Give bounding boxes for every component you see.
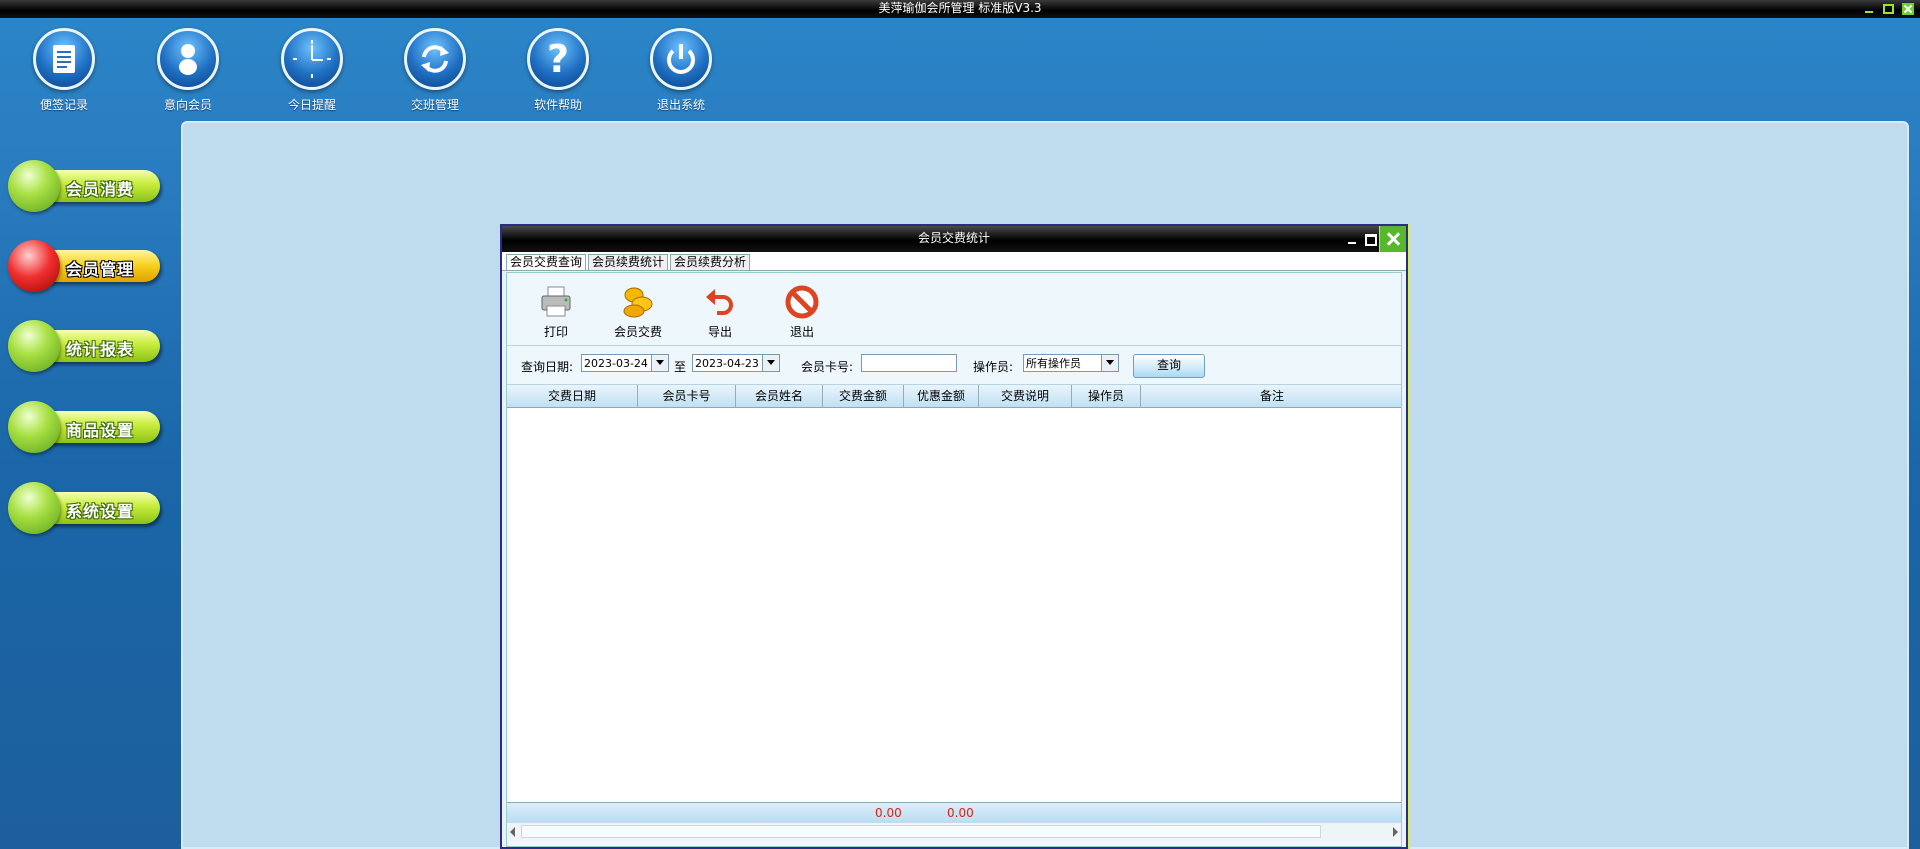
col-remarks[interactable]: 备注 <box>1141 385 1403 407</box>
nav-ball-icon <box>8 160 60 212</box>
grid-footer: 0.00 0.00 <box>507 802 1401 823</box>
dialog-maximize-icon[interactable] <box>1361 226 1379 252</box>
person-icon <box>157 28 219 90</box>
card-label: 会员卡号: <box>801 360 854 374</box>
toolbar-label: 退出系统 <box>656 98 705 112</box>
col-member-name[interactable]: 会员姓名 <box>736 385 823 407</box>
col-discount-amount[interactable]: 优惠金额 <box>904 385 979 407</box>
maximize-icon[interactable] <box>1883 4 1894 14</box>
scroll-left-icon[interactable] <box>510 827 515 837</box>
nav-label: 统计报表 <box>66 340 135 359</box>
app-titlebar: 美萍瑜伽会所管理 标准版V3.3 <box>0 0 1920 18</box>
nav-reports[interactable]: 统计报表 <box>8 320 160 372</box>
dialog-tabs: 会员交费查询 会员续费统计 会员续费分析 <box>502 252 1406 271</box>
nav-label: 会员消费 <box>66 180 135 199</box>
nav-ball-icon <box>8 401 60 453</box>
top-toolbar: 便签记录 意向会员 今日提醒 交班管理 ? 软件帮助 退出系统 <box>0 18 1920 118</box>
date-to-picker[interactable]: 2023-04-23 <box>692 354 780 372</box>
app-title: 美萍瑜伽会所管理 标准版V3.3 <box>878 1 1042 15</box>
filter-row: 查询日期: 2023-03-24 至 2023-04-23 会员卡号: 操作员:… <box>507 346 1401 385</box>
clock-icon <box>281 28 343 90</box>
nav-ball-icon <box>8 482 60 534</box>
toolbar-reminder-button[interactable]: 今日提醒 <box>267 28 357 113</box>
export-button[interactable]: 导出 <box>685 285 755 340</box>
date-to-value: 2023-04-23 <box>695 357 759 370</box>
printer-icon <box>539 285 573 319</box>
dialog-body: 打印 会员交费 导出 退出 查询日期: 2023-03-24 至 2023-04… <box>506 272 1402 847</box>
col-pay-note[interactable]: 交费说明 <box>979 385 1072 407</box>
date-from-picker[interactable]: 2023-03-24 <box>581 354 669 372</box>
nav-label: 商品设置 <box>66 421 135 440</box>
toolbar-label: 便签记录 <box>39 98 88 112</box>
notepad-icon <box>33 28 95 90</box>
card-number-input[interactable] <box>861 354 957 372</box>
tab-payment-query[interactable]: 会员交费查询 <box>506 254 587 270</box>
total-pay-amount: 0.00 <box>875 806 902 820</box>
print-label: 打印 <box>543 325 568 339</box>
dialog-toolbar: 打印 会员交费 导出 退出 <box>507 273 1401 346</box>
operator-select[interactable]: 所有操作员 <box>1023 354 1119 372</box>
toolbar-notes-button[interactable]: 便签记录 <box>19 28 109 113</box>
toolbar-label: 交班管理 <box>410 98 459 112</box>
print-button[interactable]: 打印 <box>521 285 591 340</box>
minimize-icon[interactable] <box>1863 3 1875 15</box>
tab-renewal-stats[interactable]: 会员续费统计 <box>588 254 669 270</box>
col-card-number[interactable]: 会员卡号 <box>638 385 736 407</box>
query-button[interactable]: 查询 <box>1133 354 1205 378</box>
dialog-titlebar: 会员交费统计 <box>502 226 1406 252</box>
to-label: 至 <box>674 360 687 374</box>
scrollbar-thumb[interactable] <box>521 825 1321 838</box>
total-discount-amount: 0.00 <box>947 806 974 820</box>
chevron-down-icon[interactable] <box>651 355 668 371</box>
grid-body[interactable] <box>507 408 1401 802</box>
toolbar-label: 软件帮助 <box>533 98 582 112</box>
nav-system-settings[interactable]: 系统设置 <box>8 482 160 534</box>
nav-product-settings[interactable]: 商品设置 <box>8 401 160 453</box>
toolbar-label: 今日提醒 <box>287 98 336 112</box>
window-controls <box>1863 0 1914 18</box>
toolbar-shift-button[interactable]: 交班管理 <box>390 28 480 113</box>
toolbar-label: 意向会员 <box>163 98 212 112</box>
export-label: 导出 <box>707 325 732 339</box>
chevron-down-icon[interactable] <box>762 355 779 371</box>
help-icon: ? <box>527 28 589 90</box>
coins-icon <box>621 285 655 319</box>
toolbar-help-button[interactable]: ? 软件帮助 <box>513 28 603 113</box>
chevron-down-icon[interactable] <box>1101 355 1118 371</box>
tab-renewal-analysis[interactable]: 会员续费分析 <box>670 254 751 270</box>
dialog-controls <box>1343 226 1406 252</box>
date-label: 查询日期: <box>521 360 574 374</box>
toolbar-exit-button[interactable]: 退出系统 <box>636 28 726 113</box>
horizontal-scrollbar[interactable] <box>507 822 1401 841</box>
member-pay-label: 会员交费 <box>613 325 662 339</box>
scroll-right-icon[interactable] <box>1393 827 1398 837</box>
dialog-title: 会员交费统计 <box>917 231 990 245</box>
dialog-minimize-icon[interactable] <box>1343 226 1361 252</box>
nav-ball-icon <box>8 320 60 372</box>
col-operator[interactable]: 操作员 <box>1072 385 1141 407</box>
toolbar-prospects-button[interactable]: 意向会员 <box>143 28 233 113</box>
grid-header: 交费日期 会员卡号 会员姓名 交费金额 优惠金额 交费说明 操作员 备注 <box>507 385 1401 408</box>
exit-label: 退出 <box>789 325 814 339</box>
col-pay-date[interactable]: 交费日期 <box>507 385 638 407</box>
undo-arrow-icon <box>703 285 737 319</box>
nav-member-consume[interactable]: 会员消费 <box>8 160 160 212</box>
operator-value: 所有操作员 <box>1026 357 1081 370</box>
no-entry-icon <box>785 285 819 319</box>
nav-label: 系统设置 <box>66 502 135 521</box>
dialog-close-icon[interactable] <box>1379 226 1406 252</box>
exit-button[interactable]: 退出 <box>767 285 837 340</box>
nav-ball-icon <box>8 240 60 292</box>
payment-stats-dialog: 会员交费统计 会员交费查询 会员续费统计 会员续费分析 打印 会员交费 导出 退… <box>500 224 1408 849</box>
operator-label: 操作员: <box>973 360 1014 374</box>
close-icon[interactable] <box>1902 3 1914 15</box>
nav-member-manage[interactable]: 会员管理 <box>8 240 160 292</box>
col-pay-amount[interactable]: 交费金额 <box>823 385 904 407</box>
nav-label: 会员管理 <box>66 260 135 279</box>
refresh-icon <box>404 28 466 90</box>
date-from-value: 2023-03-24 <box>584 357 648 370</box>
power-icon <box>650 28 712 90</box>
member-pay-button[interactable]: 会员交费 <box>603 285 673 340</box>
